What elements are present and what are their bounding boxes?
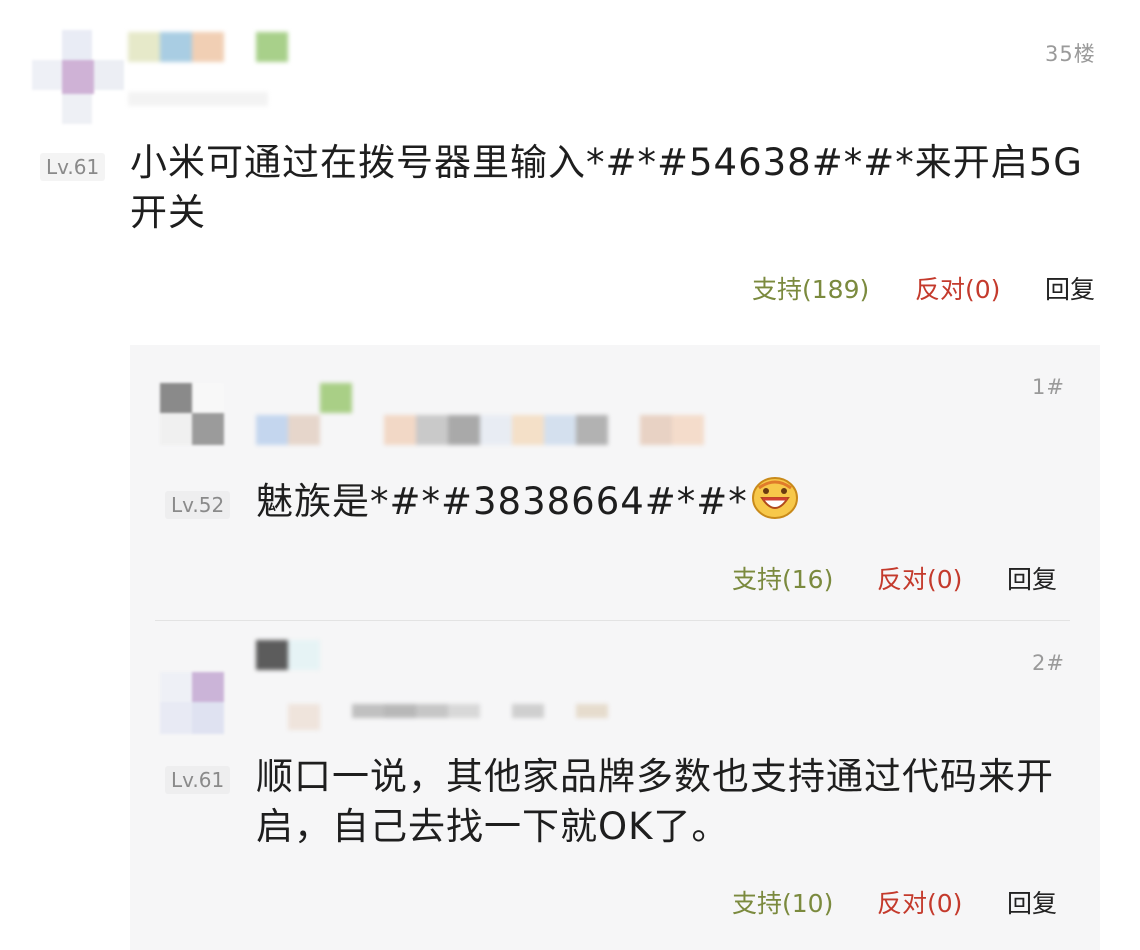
avatar[interactable]	[32, 30, 128, 126]
reply-button[interactable]: 回复	[1007, 560, 1057, 596]
avatar[interactable]	[160, 672, 226, 736]
username[interactable]	[256, 383, 706, 447]
oppose-button[interactable]: 反对(0)	[877, 884, 962, 920]
support-button[interactable]: 支持(189)	[752, 270, 869, 306]
username[interactable]	[256, 640, 616, 730]
user-level: Lv.52	[165, 491, 231, 519]
floor-number: 35楼	[1045, 42, 1096, 66]
floor-number: 1#	[1032, 375, 1065, 399]
comment-text: 魅族是*#*#3838664#*#*	[256, 474, 1036, 533]
reply-button[interactable]: 回复	[1045, 270, 1095, 306]
user-meta	[128, 92, 268, 106]
user-level: Lv.61	[40, 153, 106, 181]
user-level: Lv.61	[165, 766, 231, 794]
oppose-button[interactable]: 反对(0)	[915, 270, 1000, 306]
comment-content: 魅族是*#*#3838664#*#*	[256, 480, 748, 523]
reply-button[interactable]: 回复	[1007, 884, 1057, 920]
comment-text: 顺口一说，其他家品牌多数也支持通过代码来开启，自己去找一下就OK了。	[256, 755, 1054, 848]
floor-number: 2#	[1032, 651, 1065, 675]
username[interactable]	[128, 32, 288, 66]
comment-text: 小米可通过在拨号器里输入*#*#54638#*#*来开启5G开关	[130, 141, 1083, 234]
support-button[interactable]: 支持(10)	[732, 884, 833, 920]
grinning-emoji-icon	[750, 474, 800, 533]
avatar[interactable]	[160, 383, 226, 447]
support-button[interactable]: 支持(16)	[732, 560, 833, 596]
reply-divider	[155, 620, 1070, 621]
oppose-button[interactable]: 反对(0)	[877, 560, 962, 596]
